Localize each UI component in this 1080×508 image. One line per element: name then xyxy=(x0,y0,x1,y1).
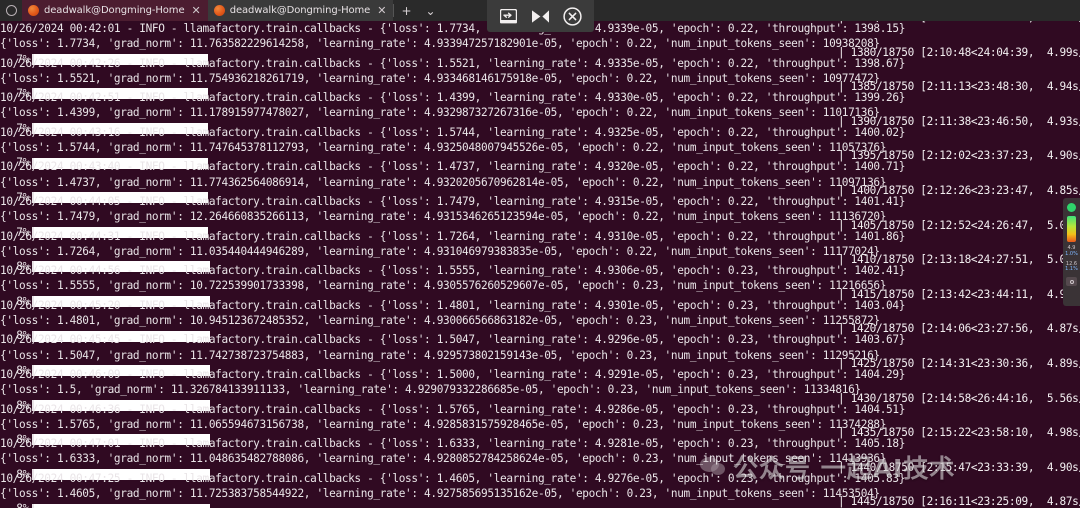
progress-bar-fill xyxy=(32,503,210,508)
log-metrics-line: {'loss': 1.5555, 'grad_norm': 10.7225399… xyxy=(0,279,887,293)
log-metrics-line: {'loss': 1.7479, 'grad_norm': 12.2646608… xyxy=(0,210,887,224)
log-metrics-line: {'loss': 1.4801, 'grad_norm': 10.9451236… xyxy=(0,314,880,328)
log-info-line: 10/26/2024 00:44:56 - INFO - llamafactor… xyxy=(0,264,906,278)
tab-close-icon[interactable]: ✕ xyxy=(375,5,386,16)
usage-gauge-icon xyxy=(1067,216,1076,242)
gpu-metric-1: 4.9 1.0% xyxy=(1065,245,1078,258)
chevron-down-icon[interactable]: ⌄ xyxy=(418,0,442,21)
log-metrics-line: {'loss': 1.4737, 'grad_norm': 11.7743625… xyxy=(0,175,887,189)
new-tab-button[interactable]: + xyxy=(394,0,418,21)
progress-counter: | 1435/18750 [2:15:22<23:58:10, 4.98s/it… xyxy=(838,426,1080,440)
progress-counter: | 1445/18750 [2:16:11<23:25:09, 4.87s/it… xyxy=(838,495,1080,508)
log-info-line: 10/26/2024 00:44:31 - INFO - llamafactor… xyxy=(0,229,906,243)
progress-counter: | 1380/18750 [2:10:48<24:04:39, 4.99s/it… xyxy=(838,45,1080,59)
tab-terminal-1[interactable]: deadwalk@Dongming-Home ✕ xyxy=(22,0,208,21)
log-info-line: 10/26/2024 00:44:05 - INFO - llamafactor… xyxy=(0,195,906,208)
log-metrics-line: {'loss': 1.6333, 'grad_norm': 11.0486354… xyxy=(0,452,887,466)
progress-counter: | 1410/18750 [2:13:18<24:27:51, 5.08s/it… xyxy=(838,253,1080,267)
log-info-line: 10/26/2024 00:45:20 - INFO - llamafactor… xyxy=(0,298,906,312)
online-indicator-icon xyxy=(1067,203,1076,212)
circle-icon[interactable] xyxy=(0,0,22,21)
log-info-line: 10/26/2024 00:43:40 - INFO - llamafactor… xyxy=(0,160,906,174)
log-metrics-line: {'loss': 1.5, 'grad_norm': 11.3267841339… xyxy=(0,383,861,397)
log-metrics-line: {'loss': 1.5521, 'grad_norm': 11.7549362… xyxy=(0,71,880,85)
progress-counter: | 1425/18750 [2:14:31<23:30:36, 4.89s/it… xyxy=(838,357,1080,370)
progress-counter: | 1390/18750 [2:11:38<23:46:50, 4.93s/it… xyxy=(838,114,1080,128)
restore-icon[interactable] xyxy=(498,5,520,27)
log-metrics-line: {'loss': 1.4399, 'grad_norm': 11.1789159… xyxy=(0,106,880,120)
log-info-line: 10/26/2024 00:46:36 - INFO - llamafactor… xyxy=(0,402,906,416)
close-icon[interactable] xyxy=(561,5,583,27)
progress-percent: 8% xyxy=(0,501,30,508)
gpu-monitor-widget[interactable]: 4.9 1.0% 12.6 1.1% xyxy=(1063,198,1080,306)
progress-counter: | 1400/18750 [2:12:26<23:23:47, 4.85s/it… xyxy=(838,184,1080,197)
log-info-line: 10/26/2024 00:46:09 - INFO - llamafactor… xyxy=(0,368,906,381)
log-metrics-line: {'loss': 1.5744, 'grad_norm': 11.7476453… xyxy=(0,141,887,155)
tab-close-icon[interactable]: ✕ xyxy=(190,5,201,16)
log-info-line: 10/26/2024 00:47:25 - INFO - llamafactor… xyxy=(0,471,906,485)
progress-counter: | 1420/18750 [2:14:06<23:27:56, 4.87s/it… xyxy=(838,322,1080,336)
progress-counter: | 1385/18750 [2:11:13<23:48:30, 4.94s/it… xyxy=(838,80,1080,94)
log-info-line: 10/26/2024 00:42:26 - INFO - llamafactor… xyxy=(0,56,906,70)
log-info-line: 10/26/2024 00:43:16 - INFO - llamafactor… xyxy=(0,125,906,139)
log-metrics-line: {'loss': 1.4605, 'grad_norm': 11.7253837… xyxy=(0,487,880,501)
window-controls xyxy=(487,0,594,32)
log-info-line: 10/26/2024 00:45:45 - INFO - llamafactor… xyxy=(0,333,906,347)
progress-counter: | 1415/18750 [2:13:42<23:44:11, 4.93s/it… xyxy=(838,287,1080,301)
gpu-metric-2: 12.6 1.1% xyxy=(1065,261,1078,274)
log-metrics-line: {'loss': 1.5765, 'grad_norm': 11.0655946… xyxy=(0,417,887,431)
tab-terminal-2[interactable]: deadwalk@Dongming-Home ✕ xyxy=(207,0,394,21)
progress-counter: | 1395/18750 [2:12:02<23:37:23, 4.90s/it… xyxy=(838,149,1080,163)
log-metrics-line: {'loss': 1.7734, 'grad_norm': 11.7635822… xyxy=(0,37,880,51)
log-metrics-line: {'loss': 1.7264, 'grad_norm': 11.0354404… xyxy=(0,244,880,258)
log-metrics-line: {'loss': 1.5047, 'grad_norm': 11.7427387… xyxy=(0,348,880,362)
log-info-line: 10/26/2024 00:47:01 - INFO - llamafactor… xyxy=(0,437,906,451)
tab-label: deadwalk@Dongming-Home xyxy=(229,5,371,16)
log-info-line: 10/26/2024 00:42:01 - INFO - llamafactor… xyxy=(0,22,906,35)
terminal-window: deadwalk@Dongming-Home ✕ deadwalk@Dongmi… xyxy=(0,0,1080,508)
camera-icon[interactable] xyxy=(1066,277,1077,286)
log-info-line: 10/26/2024 00:42:51 - INFO - llamafactor… xyxy=(0,91,906,105)
progress-counter: | 1375/18750 [2:10:23<23:40:38, 4.91s/it… xyxy=(838,21,1080,25)
progress-counter: | 1405/18750 [2:12:52<24:26:47, 5.07s/it… xyxy=(838,218,1080,232)
progress-counter: | 1430/18750 [2:14:58<26:44:16, 5.56s/it… xyxy=(838,391,1080,405)
log-entry: 10/26/2024 00:47:25 - INFO - llamafactor… xyxy=(0,471,906,508)
progress-bar-row: 8% xyxy=(0,501,840,508)
minimize-icon[interactable] xyxy=(529,5,551,27)
tab-label: deadwalk@Dongming-Home xyxy=(44,5,185,16)
terminal-output[interactable]: 10/26/2024 00:42:01 - INFO - llamafactor… xyxy=(0,21,1080,508)
progress-counter: | 1440/18750 [2:15:47<23:33:39, 4.90s/it… xyxy=(838,460,1080,474)
terminal-app-icon xyxy=(213,5,225,16)
gpu-metric-1-sub: 1.0% xyxy=(1065,250,1078,257)
terminal-app-icon xyxy=(28,5,39,16)
gpu-metric-2-sub: 1.1% xyxy=(1065,266,1078,273)
